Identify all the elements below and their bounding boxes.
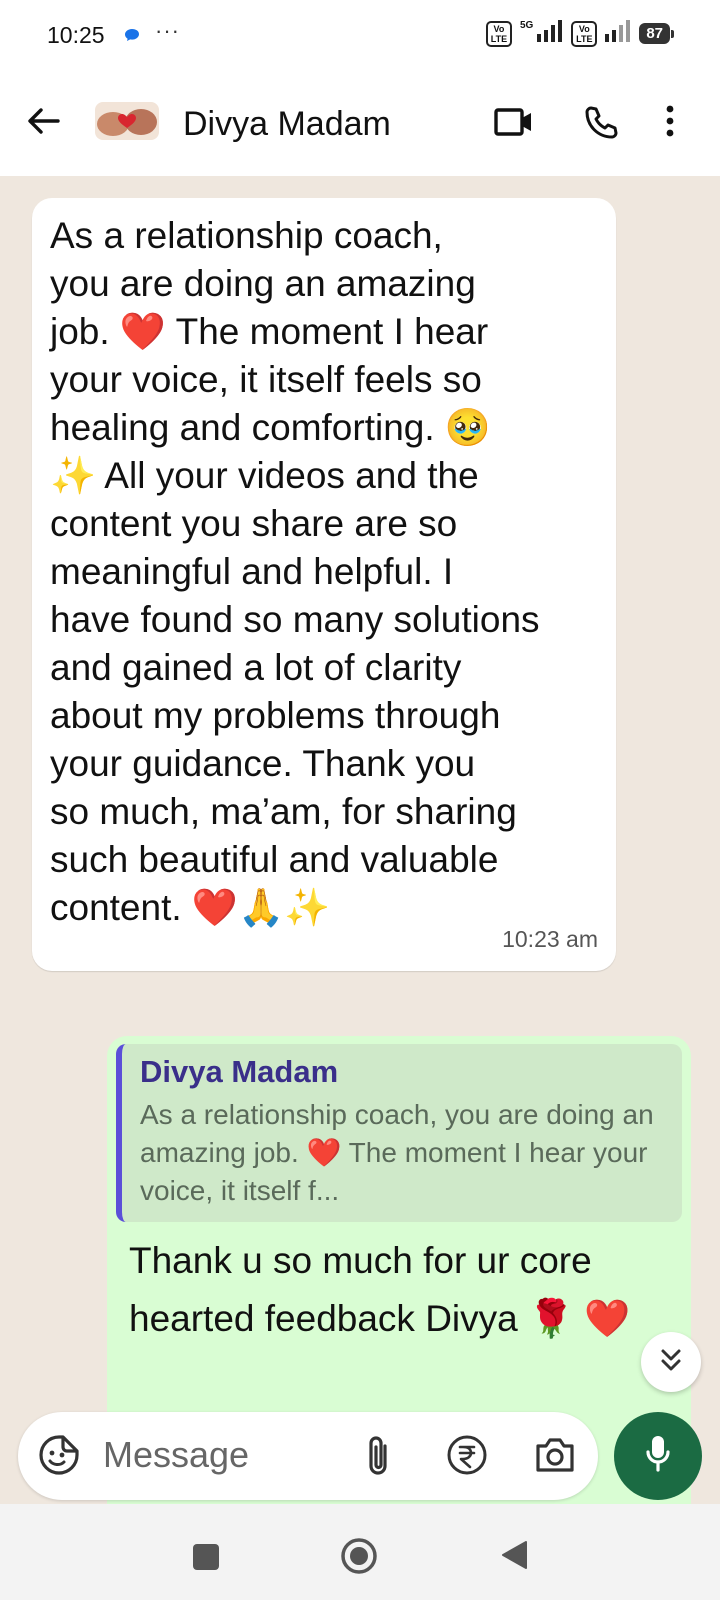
camera-icon[interactable] bbox=[534, 1436, 576, 1479]
status-time: 10:25 bbox=[47, 22, 105, 48]
message-input[interactable] bbox=[103, 1430, 343, 1480]
system-navigation-bar bbox=[0, 1504, 720, 1600]
arrow-left-icon[interactable] bbox=[26, 106, 60, 141]
signal-icon bbox=[537, 20, 563, 47]
scroll-to-bottom-button[interactable] bbox=[641, 1332, 701, 1392]
battery-level: 87 bbox=[639, 23, 674, 44]
voice-message-button[interactable] bbox=[614, 1412, 702, 1500]
more-notifications-icon: ··· bbox=[155, 18, 180, 43]
message-notification-icon bbox=[124, 28, 140, 47]
contact-name[interactable]: Divya Madam bbox=[183, 105, 391, 144]
quoted-text: As a relationship coach, you are doing a… bbox=[140, 1099, 654, 1206]
quoted-message[interactable]: Divya Madam As a relationship coach, you… bbox=[116, 1044, 682, 1222]
chat-area[interactable]: As a relationship coach, you are doing a… bbox=[0, 176, 720, 1504]
network-type: 5G bbox=[519, 20, 534, 31]
signal-icon-2 bbox=[605, 20, 631, 47]
chevron-double-down-icon bbox=[659, 1347, 683, 1378]
volte-badge-2: Vo LTE bbox=[571, 20, 598, 47]
volte-badge: Vo LTE bbox=[485, 20, 512, 47]
video-camera-icon[interactable] bbox=[494, 106, 534, 143]
microphone-icon bbox=[645, 1434, 671, 1479]
outgoing-message-text: Thank u so much for ur core hearted feed… bbox=[129, 1240, 631, 1339]
chat-header: Divya Madam bbox=[0, 72, 720, 176]
avatar[interactable] bbox=[95, 102, 159, 140]
home-button[interactable] bbox=[340, 1537, 378, 1580]
phone-icon[interactable] bbox=[583, 105, 619, 146]
incoming-message-text: As a relationship coach, you are doing a… bbox=[50, 215, 540, 928]
status-bar: 10:25 ··· Vo LTE 5G Vo LTE 87 bbox=[0, 0, 720, 72]
quoted-author: Divya Madam bbox=[140, 1054, 339, 1089]
sticker-smile-icon[interactable] bbox=[38, 1434, 80, 1481]
message-composer bbox=[18, 1412, 598, 1500]
incoming-message[interactable]: As a relationship coach, you are doing a… bbox=[32, 198, 616, 971]
recents-button[interactable] bbox=[193, 1544, 219, 1570]
more-vertical-icon[interactable] bbox=[666, 105, 674, 142]
rupee-icon[interactable] bbox=[446, 1434, 488, 1481]
status-indicators: Vo LTE 5G Vo LTE 87 bbox=[485, 20, 674, 47]
back-triangle-icon[interactable] bbox=[500, 1540, 528, 1575]
paperclip-icon[interactable] bbox=[363, 1434, 393, 1483]
